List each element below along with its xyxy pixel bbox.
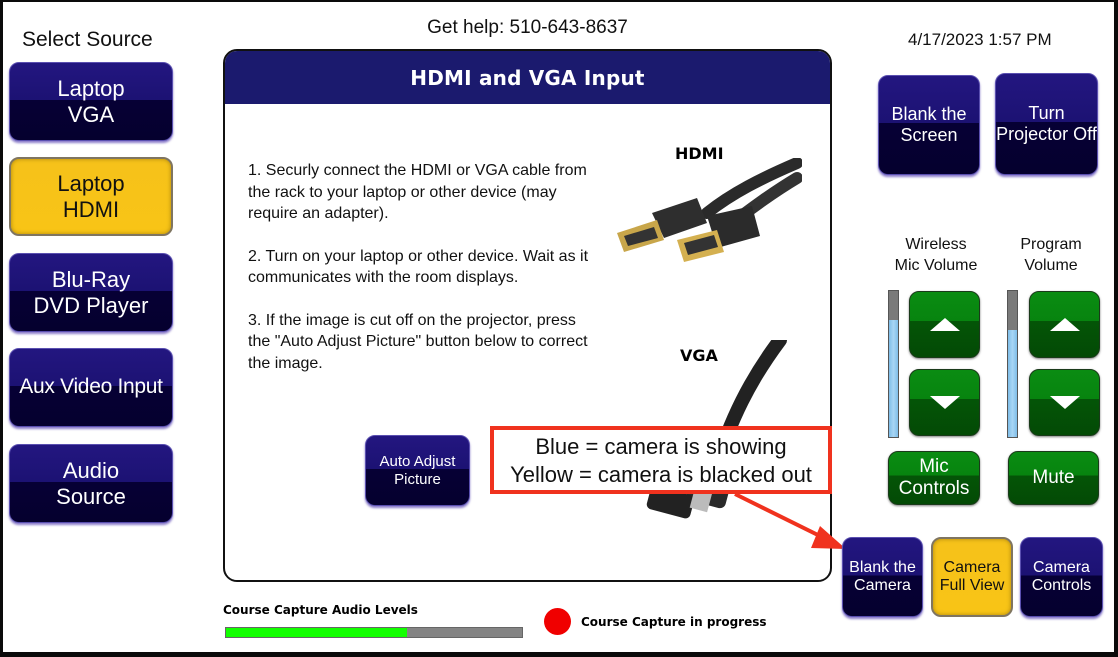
button-label: Laptop VGA <box>57 76 125 127</box>
mic-volume-meter <box>888 290 899 438</box>
projector-off-button[interactable]: Turn Projector Off <box>995 73 1098 175</box>
mic-volume-fill <box>889 320 898 437</box>
camera-color-legend-callout: Blue = camera is showing Yellow = camera… <box>490 426 832 494</box>
button-label: Audio Source <box>56 458 126 509</box>
camera-full-view-button[interactable]: Camera Full View <box>931 537 1013 617</box>
instruction-step: 1. Securly connect the HDMI or VGA cable… <box>248 162 587 222</box>
help-phone-text: Get help: 510-643-8637 <box>427 17 628 38</box>
source-laptop-vga-button[interactable]: Laptop VGA <box>9 62 173 141</box>
button-label: Mic Controls <box>898 456 970 499</box>
instruction-step: 3. If the image is cut off on the projec… <box>248 311 588 372</box>
button-label: Blank the Camera <box>849 558 916 594</box>
triangle-down-icon <box>1049 396 1080 409</box>
blank-screen-button[interactable]: Blank the Screen <box>878 75 980 175</box>
source-bluray-dvd-button[interactable]: Blu-Ray DVD Player <box>9 253 173 332</box>
auto-adjust-picture-button[interactable]: Auto Adjust Picture <box>365 435 470 506</box>
button-label: Camera Full View <box>939 558 1005 594</box>
instruction-step: 2. Turn on your laptop or other device. … <box>248 247 589 287</box>
source-laptop-hdmi-button[interactable]: Laptop HDMI <box>9 157 173 236</box>
button-label: Auto Adjust Picture <box>379 453 456 488</box>
audio-level-fill <box>226 628 407 637</box>
callout-line-blue: Blue = camera is showing <box>535 434 787 459</box>
callout-line-yellow: Yellow = camera is blacked out <box>510 462 812 487</box>
button-label: Camera Controls <box>1031 558 1092 594</box>
triangle-up-icon <box>1049 318 1080 331</box>
mic-controls-button[interactable]: Mic Controls <box>888 451 980 505</box>
camera-controls-button[interactable]: Camera Controls <box>1020 537 1103 617</box>
mic-volume-label: Wireless Mic Volume <box>894 236 978 274</box>
course-capture-audio-label: Course Capture Audio Levels <box>223 603 418 617</box>
program-volume-label: Program Volume <box>1020 236 1082 274</box>
datetime-display: 4/17/2023 1:57 PM <box>908 30 1052 49</box>
hdmi-cable-image <box>617 158 802 262</box>
course-capture-status: Course Capture in progress <box>581 615 767 629</box>
blank-camera-button[interactable]: Blank the Camera <box>842 537 923 617</box>
mic-volume-down-button[interactable] <box>909 369 980 436</box>
mute-button[interactable]: Mute <box>1008 451 1099 505</box>
course-capture-audio-meter <box>225 627 523 638</box>
mic-volume-up-button[interactable] <box>909 291 980 358</box>
triangle-up-icon <box>929 318 960 331</box>
panel-title: HDMI and VGA Input <box>225 51 830 104</box>
source-audio-button[interactable]: Audio Source <box>9 444 173 523</box>
program-volume-down-button[interactable] <box>1029 369 1100 436</box>
triangle-down-icon <box>929 396 960 409</box>
program-volume-meter <box>1007 290 1018 438</box>
button-label: Mute <box>1032 467 1075 489</box>
button-label: Aux Video Input <box>19 375 163 399</box>
button-label: Laptop HDMI <box>57 171 125 222</box>
program-volume-up-button[interactable] <box>1029 291 1100 358</box>
instructions-list: 1. Securly connect the HDMI or VGA cable… <box>248 160 593 395</box>
source-aux-video-button[interactable]: Aux Video Input <box>9 348 173 427</box>
button-label: Blu-Ray DVD Player <box>33 267 149 318</box>
recording-indicator-icon <box>544 608 571 635</box>
button-label: Blank the Screen <box>891 104 967 145</box>
program-volume-fill <box>1008 330 1017 437</box>
button-label: Turn Projector Off <box>996 103 1097 144</box>
